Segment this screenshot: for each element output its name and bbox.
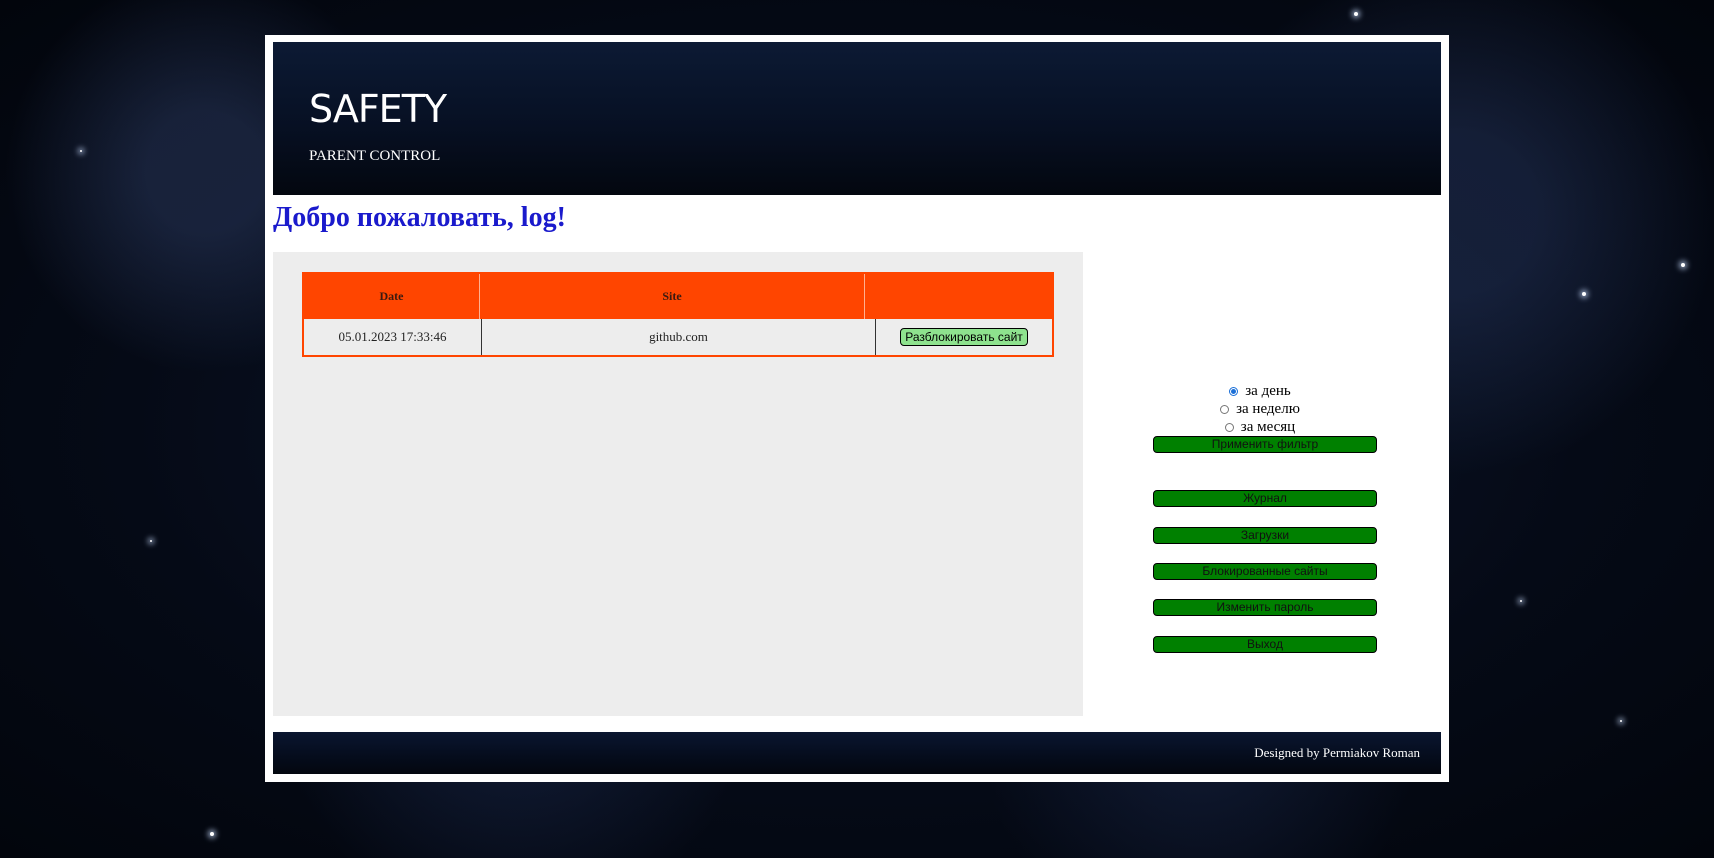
radio-day[interactable]	[1229, 386, 1239, 396]
radio-week[interactable]	[1220, 404, 1230, 414]
background-star	[1520, 600, 1522, 602]
cell-action: Разблокировать сайт	[876, 319, 1052, 355]
logout-button[interactable]: Выход	[1153, 636, 1377, 653]
filter-option-week[interactable]: за неделю	[1145, 400, 1375, 418]
change-password-button[interactable]: Изменить пароль	[1153, 599, 1377, 616]
main-frame: SAFETY PARENT CONTROL Добро пожаловать, …	[265, 35, 1449, 782]
filter-option-day[interactable]: за день	[1145, 382, 1375, 400]
table-row: 05.01.2023 17:33:46 github.com Разблокир…	[304, 319, 1052, 355]
table-header: Date Site	[304, 274, 1052, 319]
column-header-site: Site	[480, 274, 865, 319]
radio-month[interactable]	[1224, 422, 1234, 432]
period-filter: за день за неделю за месяц	[1145, 382, 1375, 436]
content-panel: Date Site 05.01.2023 17:33:46 github.com…	[273, 252, 1083, 716]
cell-site: github.com	[482, 319, 876, 355]
background-star	[1681, 263, 1685, 267]
column-header-date: Date	[304, 274, 480, 319]
cell-date: 05.01.2023 17:33:46	[304, 319, 482, 355]
site-footer: Designed by Permiakov Roman	[273, 732, 1441, 774]
site-subtitle: PARENT CONTROL	[309, 148, 441, 164]
column-header-action	[865, 274, 1052, 319]
footer-credit: Designed by Permiakov Roman	[1254, 745, 1420, 760]
filter-option-label: за день	[1245, 382, 1291, 399]
blocked-sites-button[interactable]: Блокированные сайты	[1153, 563, 1377, 580]
apply-filter-button[interactable]: Применить фильтр	[1153, 436, 1377, 453]
background-star	[210, 832, 214, 836]
filter-option-label: за месяц	[1240, 418, 1296, 435]
background-star	[1620, 720, 1622, 722]
downloads-button[interactable]: Загрузки	[1153, 527, 1377, 544]
background-star	[1582, 292, 1586, 296]
filter-option-label: за неделю	[1236, 400, 1300, 417]
journal-button[interactable]: Журнал	[1153, 490, 1377, 507]
site-title: SAFETY	[309, 87, 447, 131]
welcome-heading: Добро пожаловать, log!	[273, 202, 566, 233]
filter-option-month[interactable]: за месяц	[1145, 418, 1375, 436]
site-header: SAFETY PARENT CONTROL	[273, 42, 1441, 195]
unblock-site-button[interactable]: Разблокировать сайт	[900, 328, 1028, 346]
background-star	[80, 150, 82, 152]
log-table: Date Site 05.01.2023 17:33:46 github.com…	[302, 272, 1054, 357]
background-star	[1354, 12, 1358, 16]
background-star	[150, 540, 152, 542]
